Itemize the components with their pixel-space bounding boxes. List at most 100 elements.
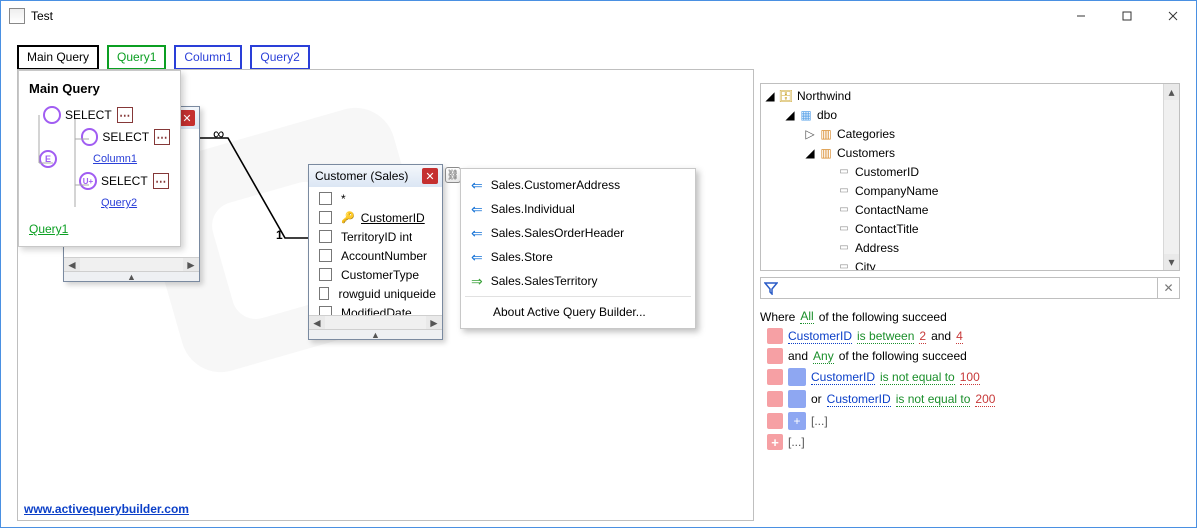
add-cond-button[interactable]: + bbox=[767, 434, 783, 450]
value-1[interactable]: 2 bbox=[919, 329, 926, 344]
close-icon[interactable]: ✕ bbox=[422, 168, 438, 184]
column-checkbox[interactable] bbox=[319, 306, 332, 315]
tree-row-select-child2[interactable]: U+ SELECT ⋯ bbox=[29, 170, 170, 192]
twisty-open-icon[interactable]: ◢ bbox=[805, 148, 815, 158]
clear-filter-button[interactable]: ✕ bbox=[1158, 277, 1180, 299]
context-menu: ⇐Sales.CustomerAddress ⇐Sales.Individual… bbox=[460, 168, 696, 329]
value-2[interactable]: 4 bbox=[956, 329, 963, 344]
tab-query2[interactable]: Query2 bbox=[250, 45, 309, 70]
table-node[interactable]: ◢ ▥ Customers bbox=[761, 143, 1163, 162]
menu-item[interactable]: ⇐Sales.SalesOrderHeader bbox=[461, 221, 695, 245]
ellipsis-button[interactable]: ⋯ bbox=[117, 107, 133, 123]
table-title: Customer (Sales) bbox=[315, 169, 408, 183]
crit-root[interactable]: Where All of the following succeed bbox=[760, 307, 1180, 326]
column-checkbox[interactable] bbox=[319, 268, 332, 281]
expand-handle[interactable]: ▲ bbox=[309, 329, 442, 339]
column-checkbox[interactable] bbox=[319, 249, 332, 262]
column-row: rowguid uniqueidentifier bbox=[311, 284, 440, 303]
maximize-button[interactable] bbox=[1104, 1, 1150, 31]
hscrollbar[interactable]: ◄► bbox=[64, 257, 199, 271]
db-node[interactable]: ◢ 🗄 Northwind bbox=[761, 86, 1163, 105]
crit-add-inner[interactable]: + [...] bbox=[760, 410, 1180, 432]
field-pick[interactable]: CustomerID bbox=[788, 329, 852, 344]
field-pick[interactable]: CustomerID bbox=[811, 370, 875, 385]
crit-cond[interactable]: CustomerID is between 2 and 4 bbox=[760, 326, 1180, 346]
filter-input[interactable] bbox=[760, 277, 1158, 299]
column-node[interactable]: ▭ContactTitle bbox=[761, 219, 1163, 238]
database-icon: 🗄 bbox=[779, 89, 793, 103]
all-any-toggle[interactable]: All bbox=[800, 309, 813, 324]
scroll-up-button[interactable]: ▴ bbox=[1164, 84, 1179, 100]
menu-item-about[interactable]: About Active Query Builder... bbox=[461, 300, 695, 324]
menu-item[interactable]: ⇐Sales.Individual bbox=[461, 197, 695, 221]
column-checkbox[interactable] bbox=[319, 287, 329, 300]
schema-node[interactable]: ◢ ▦ dbo bbox=[761, 105, 1163, 124]
expand-handle[interactable]: ▲ bbox=[64, 271, 199, 281]
twisty-open-icon[interactable]: ◢ bbox=[765, 91, 775, 101]
table-box-customer[interactable]: Customer (Sales) ✕ * 🔑CustomerID Territo… bbox=[308, 164, 443, 340]
tab-query1[interactable]: Query1 bbox=[107, 45, 166, 70]
scroll-down-button[interactable]: ▾ bbox=[1164, 254, 1179, 270]
tree-row-select-child1[interactable]: SELECT ⋯ bbox=[29, 126, 170, 148]
close-icon[interactable]: ✕ bbox=[179, 110, 195, 126]
ellipsis-button[interactable]: ⋯ bbox=[153, 173, 169, 189]
twisty-open-icon[interactable]: ◢ bbox=[785, 110, 795, 120]
menu-item[interactable]: ⇐Sales.Store bbox=[461, 245, 695, 269]
table-icon: ▥ bbox=[819, 127, 833, 141]
column-row: 🔑CustomerID bbox=[311, 208, 440, 227]
value-4[interactable]: 200 bbox=[975, 392, 995, 407]
minimize-button[interactable] bbox=[1058, 1, 1104, 31]
column-node[interactable]: ▭City bbox=[761, 257, 1163, 270]
value-3[interactable]: 100 bbox=[960, 370, 980, 385]
column1-link[interactable]: Column1 bbox=[93, 153, 137, 165]
twisty-closed-icon[interactable]: ▷ bbox=[805, 129, 815, 139]
query1-link[interactable]: Query1 bbox=[29, 222, 68, 236]
tab-column1[interactable]: Column1 bbox=[174, 45, 242, 70]
column-node[interactable]: ▭CompanyName bbox=[761, 181, 1163, 200]
crit-group[interactable]: and Any of the following succeed bbox=[760, 346, 1180, 366]
remove-cond-button[interactable] bbox=[788, 368, 806, 386]
subquery-dropdown[interactable]: Main Query SELECT ⋯ bbox=[18, 70, 181, 247]
relation-handle[interactable]: ⛓ bbox=[445, 167, 461, 183]
crit-cond[interactable]: or CustomerID is not equal to 200 bbox=[760, 388, 1180, 410]
hscrollbar[interactable]: ◄► bbox=[309, 315, 442, 329]
app-icon bbox=[9, 8, 25, 24]
field-pick[interactable]: CustomerID bbox=[827, 392, 891, 407]
all-any-toggle[interactable]: Any bbox=[813, 349, 834, 364]
tree-row-e[interactable]: E Column1 bbox=[29, 148, 170, 170]
column-node[interactable]: ▭CustomerID bbox=[761, 162, 1163, 181]
close-button[interactable] bbox=[1150, 1, 1196, 31]
op-pick[interactable]: is not equal to bbox=[896, 392, 971, 407]
column-row: TerritoryID int bbox=[311, 227, 440, 246]
crit-cond[interactable]: CustomerID is not equal to 100 bbox=[760, 366, 1180, 388]
remove-group-button[interactable] bbox=[767, 348, 783, 364]
menu-item[interactable]: ⇐Sales.CustomerAddress bbox=[461, 173, 695, 197]
op-pick[interactable]: is not equal to bbox=[880, 370, 955, 385]
filter-bar: ✕ bbox=[760, 277, 1180, 299]
menu-item[interactable]: ⇒Sales.SalesTerritory bbox=[461, 269, 695, 293]
column-row: AccountNumber bbox=[311, 246, 440, 265]
column-checkbox[interactable] bbox=[319, 211, 332, 224]
ellipsis-button[interactable]: ⋯ bbox=[154, 129, 170, 145]
column-icon: ▭ bbox=[837, 165, 851, 179]
schema-tree[interactable]: ◢ 🗄 Northwind ◢ ▦ dbo ▷ ▥ Categories bbox=[761, 84, 1163, 270]
column-checkbox[interactable] bbox=[319, 192, 332, 205]
tree-row-select-root[interactable]: SELECT ⋯ bbox=[29, 104, 170, 126]
column-node[interactable]: ▭ContactName bbox=[761, 200, 1163, 219]
query-canvas[interactable]: ✕ ◄► ▲ ∞ 1 bbox=[17, 69, 754, 521]
remove-cond-button[interactable] bbox=[788, 390, 806, 408]
crit-add-outer[interactable]: + [...] bbox=[760, 432, 1180, 452]
table-node[interactable]: ▷ ▥ Categories bbox=[761, 124, 1163, 143]
remove-cond-button[interactable] bbox=[767, 328, 783, 344]
query2-link[interactable]: Query2 bbox=[101, 197, 137, 209]
op-pick[interactable]: is between bbox=[857, 329, 914, 344]
criteria-panel: Where All of the following succeed Custo… bbox=[760, 307, 1180, 452]
add-cond-button[interactable]: + bbox=[788, 412, 806, 430]
column-checkbox[interactable] bbox=[319, 230, 332, 243]
column-node[interactable]: ▭Address bbox=[761, 238, 1163, 257]
footer-link[interactable]: www.activequerybuilder.com bbox=[24, 502, 189, 516]
vscrollbar[interactable]: ▴ ▾ bbox=[1163, 84, 1179, 270]
menu-separator bbox=[465, 296, 691, 297]
arrow-right-icon: ⇒ bbox=[471, 273, 483, 290]
tab-main-query[interactable]: Main Query bbox=[17, 45, 99, 70]
